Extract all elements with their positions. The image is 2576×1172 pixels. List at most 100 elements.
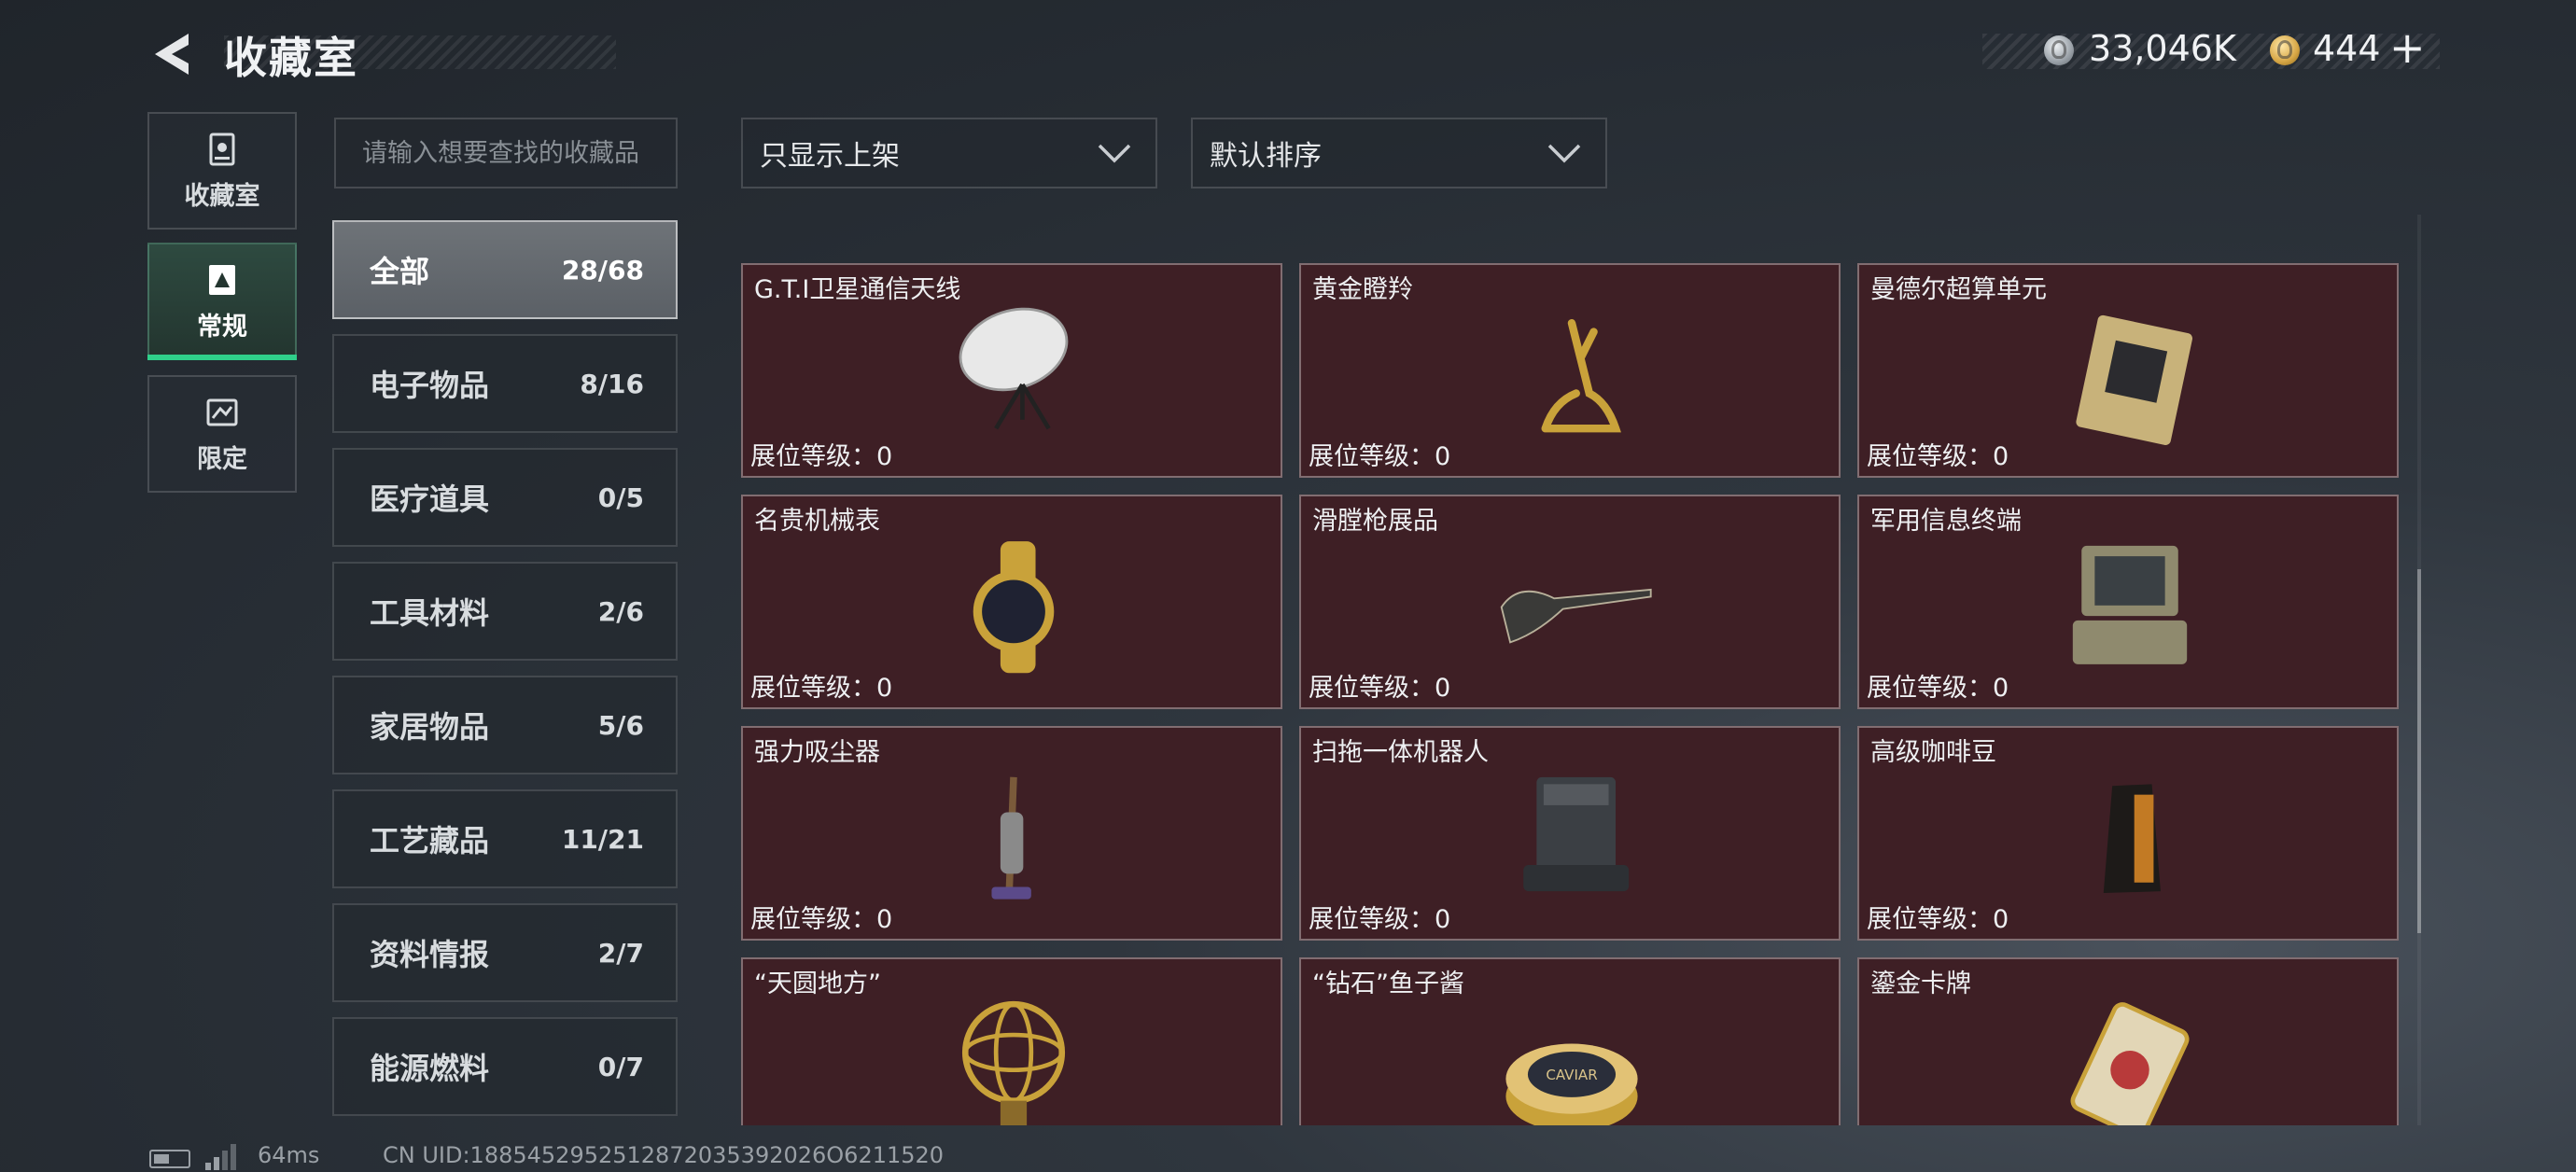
active-indicator: [147, 355, 297, 360]
category-count: 11/21: [561, 823, 644, 855]
category-item[interactable]: 医疗道具 0/5: [332, 448, 678, 547]
item-card[interactable]: 名贵机械表展位等级：0: [741, 495, 1282, 709]
search-box[interactable]: [334, 118, 678, 188]
computing-unit-icon: [2076, 314, 2193, 445]
category-name: 家居物品: [370, 709, 490, 745]
category-name: 电子物品: [370, 368, 490, 403]
item-name: 高级咖啡豆: [1870, 738, 1996, 767]
category-count: 2/7: [597, 937, 644, 969]
item-name: “钻石”鱼子酱: [1312, 970, 1464, 998]
category-count: 0/5: [597, 481, 644, 513]
item-card[interactable]: 军用信息终端 展位等级：0: [1857, 495, 2399, 709]
item-name: “天圆地方”: [754, 970, 881, 998]
item-display-level: 展位等级：0: [1309, 442, 1451, 471]
category-count: 8/16: [580, 368, 644, 399]
category-count: 2/6: [597, 595, 644, 627]
musket-icon: [1500, 588, 1652, 644]
caviar-tin-icon: CAVIAR: [1505, 1043, 1638, 1125]
category-item[interactable]: 能源燃料 0/7: [332, 1017, 678, 1116]
item-card[interactable]: “钻石”鱼子酱 CAVIAR: [1299, 957, 1841, 1125]
item-card[interactable]: 扫拖一体机器人 展位等级：0: [1299, 726, 1841, 941]
item-display-level: 展位等级：0: [1867, 442, 2009, 471]
listing-filter-dropdown[interactable]: 只显示上架: [741, 118, 1157, 188]
item-card[interactable]: 高级咖啡豆展位等级：0: [1857, 726, 2399, 941]
listing-filter-label: 只显示上架: [760, 140, 900, 173]
nav-label-regular: 常规: [197, 312, 247, 342]
item-name: 黄金瞪羚: [1312, 275, 1413, 304]
item-card[interactable]: 曼德尔超算单元 展位等级：0: [1857, 263, 2399, 478]
category-name: 资料情报: [370, 937, 490, 972]
category-name: 能源燃料: [370, 1051, 490, 1086]
item-display-level: 展位等级：0: [750, 442, 893, 471]
item-display-level: 展位等级：0: [1309, 674, 1451, 703]
regular-icon: [209, 264, 235, 295]
item-display-level: 展位等级：0: [750, 674, 893, 703]
item-name: 曼德尔超算单元: [1870, 275, 2047, 304]
chevron-down-icon: [1547, 144, 1581, 163]
item-card[interactable]: 滑膛枪展品展位等级：0: [1299, 495, 1841, 709]
luxury-watch-icon: [973, 541, 1055, 674]
caviar-label: CAVIAR: [1546, 1067, 1598, 1083]
category-item[interactable]: 工具材料 2/6: [332, 562, 678, 661]
category-name: 工具材料: [370, 595, 490, 631]
nav-label-collection-room: 收藏室: [184, 181, 260, 211]
uid-text: CN UID:1885452952512872035392026O6211520: [383, 1142, 945, 1168]
item-name: 名贵机械表: [754, 507, 880, 536]
back-arrow-icon: [155, 34, 189, 75]
scrollbar-thumb[interactable]: [2417, 569, 2421, 933]
limited-icon: [206, 398, 238, 426]
satellite-antenna-icon: [959, 307, 1069, 430]
item-card[interactable]: G.T.I卫星通信天线 展位等级：0: [741, 263, 1282, 478]
robot-vacuum-icon: [1523, 776, 1630, 892]
item-name: 军用信息终端: [1870, 507, 2022, 536]
category-item[interactable]: 全部 28/68: [332, 220, 678, 319]
silver-currency-value: 33,046K: [2089, 28, 2236, 69]
item-name: 鎏金卡牌: [1870, 970, 1971, 998]
category-item[interactable]: 电子物品 8/16: [332, 334, 678, 433]
vacuum-cleaner-icon: [991, 776, 1031, 900]
nav-item-limited[interactable]: 限定: [147, 375, 297, 493]
category-name: 工艺藏品: [370, 823, 490, 858]
item-grid[interactable]: 展位等级：0展位等级：0展位等级：0G.T.I卫星通信天线展位等级：0黄金瞪羚展…: [741, 215, 2402, 1125]
category-item[interactable]: 家居物品 5/6: [332, 676, 678, 774]
back-button[interactable]: [147, 30, 194, 78]
item-name: 强力吸尘器: [754, 738, 880, 767]
add-currency-button[interactable]: +: [2389, 22, 2426, 73]
gold-coin-icon: [2270, 35, 2300, 65]
category-item[interactable]: 资料情报 2/7: [332, 903, 678, 1002]
page-title: 收藏室: [224, 33, 358, 83]
category-name: 全部: [370, 254, 430, 289]
search-input[interactable]: [362, 119, 650, 187]
category-count: 28/68: [561, 254, 644, 286]
category-count: 5/6: [597, 709, 644, 741]
item-name: 扫拖一体机器人: [1312, 738, 1489, 767]
gold-currency-value: 444: [2313, 28, 2381, 69]
nav-label-limited: 限定: [197, 444, 247, 474]
item-card[interactable]: 黄金瞪羚展位等级：0: [1299, 263, 1841, 478]
nav-item-collection-room[interactable]: 收藏室: [147, 112, 297, 230]
battery-icon: [149, 1150, 190, 1168]
item-card[interactable]: 鎏金卡牌: [1857, 957, 2399, 1125]
military-terminal-icon: [2072, 545, 2188, 664]
sort-label: 默认排序: [1210, 140, 1322, 173]
category-name: 医疗道具: [370, 481, 490, 517]
chevron-down-icon: [1098, 144, 1131, 163]
item-display-level: 展位等级：0: [750, 905, 893, 934]
ping-text: 64ms: [258, 1142, 320, 1168]
coffee-beans-icon: [2103, 784, 2161, 894]
item-display-level: 展位等级：0: [1309, 905, 1451, 934]
golden-gazelle-icon: [1541, 319, 1621, 433]
category-item[interactable]: 工艺藏品 11/21: [332, 789, 678, 888]
item-display-level: 展位等级：0: [1867, 674, 2009, 703]
item-display-level: 展位等级：0: [1867, 905, 2009, 934]
item-card[interactable]: “天圆地方”: [741, 957, 1282, 1125]
item-card[interactable]: 强力吸尘器展位等级：0: [741, 726, 1282, 941]
item-name: 滑膛枪展品: [1312, 507, 1438, 536]
nav-item-regular[interactable]: 常规: [147, 243, 297, 360]
silver-coin-icon: [2044, 35, 2074, 65]
sort-dropdown[interactable]: 默认排序: [1191, 118, 1607, 188]
collection-room-icon: [209, 133, 235, 165]
gilded-card-icon: [2070, 1002, 2190, 1125]
armillary-sphere-icon: [961, 1000, 1066, 1125]
category-count: 0/7: [597, 1051, 644, 1082]
